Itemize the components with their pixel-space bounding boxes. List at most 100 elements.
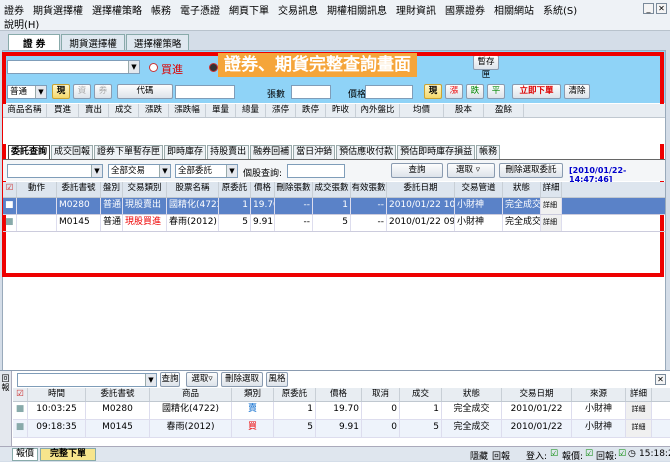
delete-selected-button[interactable]: 刪除選取委託 [499, 163, 563, 178]
action-cell[interactable] [17, 198, 57, 214]
menu-item[interactable]: 國票證券 [445, 2, 485, 17]
orders-column-header[interactable]: 交易管道 [455, 182, 503, 197]
quote-column-header[interactable]: 均價 [400, 104, 444, 117]
menu-item[interactable]: 帳務 [151, 2, 171, 17]
place-order-button[interactable]: 立即下單 [512, 84, 561, 99]
report-delete-button[interactable]: 刪除選取 [221, 372, 263, 387]
row-checkbox[interactable]: ■ [3, 198, 17, 214]
orders-column-header[interactable]: 有效張數 [351, 182, 387, 197]
sell-radio[interactable] [209, 63, 218, 72]
report-column-header[interactable]: 詳細 [626, 388, 652, 401]
detail-button[interactable]: 詳細 [541, 198, 562, 214]
hide-label[interactable]: 隱藏 [470, 449, 488, 462]
report-column-header[interactable]: 類別 [232, 388, 274, 401]
menu-item[interactable]: 交易訊息 [278, 2, 318, 17]
orders-column-header[interactable]: 價格 [251, 182, 275, 197]
tab-quote[interactable]: 報價 [12, 448, 38, 461]
report-column-header[interactable]: 交易日期 [502, 388, 572, 401]
subtab[interactable]: 當日沖銷 [293, 145, 336, 159]
menu-item[interactable]: 期貨選擇權 [33, 2, 83, 17]
subtab[interactable]: 證券下單暫存匣 [94, 145, 164, 159]
report-query-button[interactable]: 查詢 [160, 372, 180, 387]
quote-column-header[interactable]: 買進 [47, 104, 79, 117]
quote-column-header[interactable]: 商品名稱 [3, 104, 47, 117]
query-button[interactable]: 查詢 [391, 163, 443, 178]
report-column-header[interactable]: 時間 [28, 388, 86, 401]
quote-column-header[interactable]: 漲跌幅 [169, 104, 206, 117]
orders-column-header[interactable]: 盤別 [101, 182, 123, 197]
orders-column-header[interactable]: 委託書號 [57, 182, 101, 197]
quote-column-header[interactable]: 跌停 [296, 104, 326, 117]
quote-column-header[interactable]: 賣出 [79, 104, 109, 117]
orders-column-header[interactable]: 成交張數 [313, 182, 351, 197]
orders-column-header[interactable]: 委託日期 [387, 182, 455, 197]
quote-column-header[interactable]: 內外盤比 [356, 104, 400, 117]
row-checkbox[interactable]: ■ [13, 420, 28, 437]
report-column-header[interactable]: 價格 [316, 388, 362, 401]
orders-column-header[interactable]: 動作 [17, 182, 57, 197]
quote-column-header[interactable]: 總量 [236, 104, 266, 117]
report-column-header[interactable]: 原委託 [274, 388, 316, 401]
orders-column-header[interactable]: 交易類別 [123, 182, 167, 197]
subtab[interactable]: 融券回補 [250, 145, 293, 159]
report-account-select[interactable]: ▼ [17, 373, 157, 387]
row-checkbox[interactable]: ■ [13, 402, 28, 419]
tab-futures[interactable]: 期貨選擇權 [61, 34, 125, 50]
quote-column-header[interactable]: 股本 [444, 104, 484, 117]
orders-column-header[interactable]: 狀態 [503, 182, 541, 197]
limit-up-button[interactable]: 漲 [445, 84, 463, 99]
report-detail-button[interactable]: 詳細 [626, 420, 652, 437]
subtab[interactable]: 成交回報 [51, 145, 94, 159]
price-input[interactable] [365, 85, 413, 99]
menu-item[interactable]: 相關網站 [494, 2, 534, 17]
detail-button[interactable]: 詳細 [541, 215, 562, 231]
subtab[interactable]: 帳務 [476, 145, 501, 159]
report-column-header[interactable]: 成交 [400, 388, 442, 401]
report-select-all-icon[interactable]: ☑ [13, 388, 28, 401]
buy-radio[interactable] [149, 63, 158, 72]
cash-button[interactable]: 現 [52, 84, 70, 99]
report-detail-button[interactable]: 詳細 [626, 402, 652, 419]
menu-item[interactable]: 選擇權策略 [92, 2, 142, 17]
menu-item[interactable]: 證券 [4, 2, 24, 17]
close-icon[interactable]: ✕ [655, 374, 666, 385]
subtab[interactable]: 委託查詢 [8, 145, 51, 159]
report-label[interactable]: 回報 [492, 449, 510, 462]
menu-item[interactable]: 電子憑證 [180, 2, 220, 17]
clear-button[interactable]: 清除 [564, 84, 590, 99]
report-select-button[interactable]: 選取▿ [186, 372, 218, 387]
subtab[interactable]: 預估應收付款 [336, 145, 397, 159]
qty-input[interactable] [291, 85, 331, 99]
close-icon[interactable]: ✕ [656, 3, 667, 14]
quote-column-header[interactable]: 昨收 [326, 104, 356, 117]
tab-securities[interactable]: 證 券 [8, 34, 61, 50]
select-button[interactable]: 選取 ▿ [447, 163, 495, 178]
account-select[interactable]: ▼ [7, 60, 140, 74]
report-column-header[interactable]: 取消 [362, 388, 400, 401]
report-column-header[interactable]: 委託書號 [86, 388, 150, 401]
margin-button[interactable]: 資 [73, 84, 91, 99]
order-type-select[interactable]: 普通 ▼ [7, 85, 47, 99]
subtab[interactable]: 預估即時庫存損益 [397, 145, 476, 159]
table-row[interactable]: ■ M0145 普通 現股買進 春雨(2012) 5 9.91 -- 5 -- 2010/01/22… [3, 215, 665, 232]
menu-item[interactable]: 理財資訊 [396, 2, 436, 17]
menu-item[interactable]: 期權相關訊息 [327, 2, 387, 17]
menu-item[interactable]: 系統(S) [543, 2, 577, 17]
code-button[interactable]: 代碼 [117, 84, 173, 99]
market-price-button[interactable]: 現 [424, 84, 442, 99]
code-input[interactable] [175, 85, 235, 99]
row-checkbox[interactable]: ■ [3, 215, 17, 231]
flat-button[interactable]: 平 [487, 84, 505, 99]
report-row[interactable]: ■ 10:03:25 M0280 國精化(4722) 賣 1 19.70 0 1 完全成交 2010… [13, 402, 670, 420]
select-all-check-icon[interactable]: ☑ [3, 182, 17, 197]
menu-item-help[interactable]: 說明(H) [4, 16, 39, 31]
order-filter-select[interactable]: 全部委託 ▼ [175, 164, 238, 178]
quote-column-header[interactable]: 漲停 [266, 104, 296, 117]
orders-column-header[interactable]: 詳細 [541, 182, 562, 197]
tab-option-strategy[interactable]: 選擇權策略 [125, 34, 190, 50]
table-row[interactable]: ■M0280普通現股賣出國精化(4722)119.70--1--2010/01/… [3, 198, 665, 215]
quote-column-header[interactable]: 單量 [206, 104, 236, 117]
quote-column-header[interactable]: 漲跌 [139, 104, 169, 117]
orders-column-header[interactable]: 股票名稱 [167, 182, 219, 197]
report-column-header[interactable]: 商品 [150, 388, 232, 401]
